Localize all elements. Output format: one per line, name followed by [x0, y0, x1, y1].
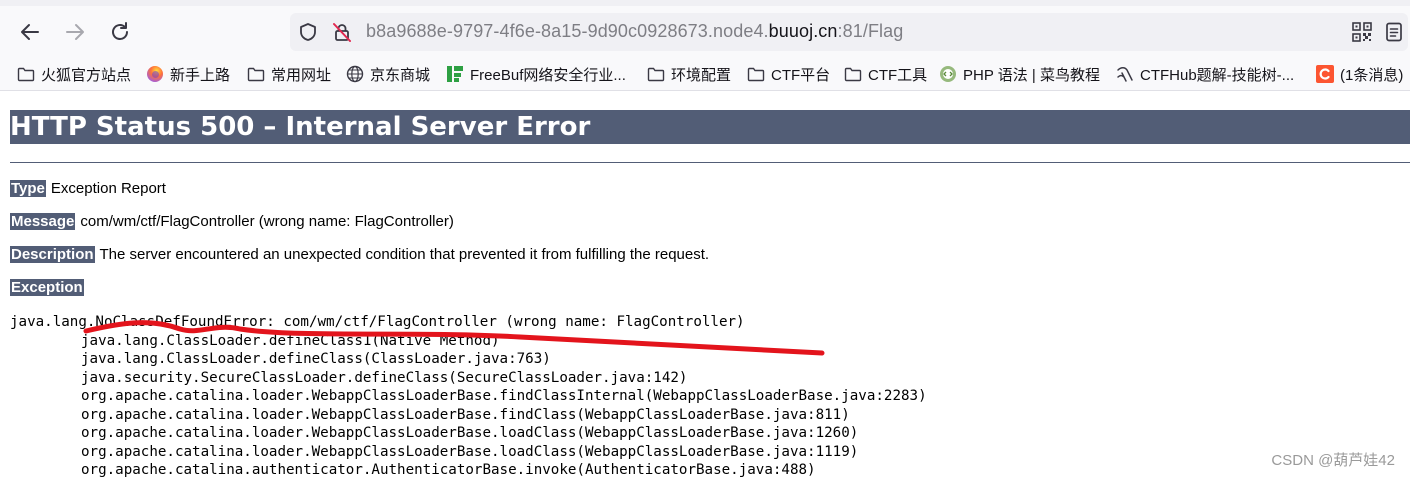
- bookmark-label: (1条消息): [1340, 66, 1404, 84]
- bookmark-item[interactable]: CTFHub题解-技能树-...: [1116, 63, 1294, 85]
- navigation-toolbar: b8a9688e-9797-4f6e-8a15-9d90c0928673.nod…: [0, 6, 1410, 58]
- bookmark-item[interactable]: 火狐官方站点: [17, 63, 131, 85]
- bookmark-item[interactable]: (1条消息): [1316, 63, 1403, 85]
- reload-icon: [112, 22, 128, 40]
- insecure-lock-icon[interactable]: [332, 22, 352, 46]
- back-button[interactable]: [16, 18, 44, 46]
- bookmark-item[interactable]: 京东商城: [346, 63, 430, 85]
- forward-button[interactable]: [61, 18, 89, 46]
- bookmark-label: 京东商城: [370, 66, 431, 84]
- bookmark-item[interactable]: 新手上路: [146, 63, 230, 85]
- ctfhub-icon: [1116, 65, 1134, 83]
- bookmark-item[interactable]: 环境配置: [647, 63, 731, 85]
- address-bar[interactable]: b8a9688e-9797-4f6e-8a15-9d90c0928673.nod…: [290, 13, 1408, 51]
- stack-trace-line: java.lang.NoClassDefFoundError: com/wm/c…: [10, 314, 745, 330]
- message-label: Message: [10, 213, 76, 230]
- globe-icon: [346, 65, 364, 83]
- runoob-icon: [939, 65, 957, 83]
- bookmark-item[interactable]: CTF工具: [844, 63, 927, 85]
- stack-trace-line: java.security.SecureClassLoader.defineCl…: [81, 369, 688, 386]
- bookmark-label: 火狐官方站点: [41, 66, 132, 84]
- page-content: HTTP Status 500 – Internal Server Error …: [0, 91, 1410, 480]
- stack-trace-line: org.apache.catalina.loader.WebappClassLo…: [81, 406, 850, 423]
- type-row: Type Exception Report: [10, 179, 166, 199]
- description-value: The server encountered an unexpected con…: [99, 246, 710, 263]
- bookmark-item[interactable]: 常用网址: [247, 63, 331, 85]
- bookmark-item[interactable]: FreeBuf网络安全行业...: [446, 63, 626, 85]
- folder-icon: [647, 65, 665, 83]
- folder-icon: [844, 65, 862, 83]
- bookmark-label: 环境配置: [671, 66, 732, 84]
- divider: [10, 162, 1410, 163]
- back-arrow-icon: [21, 24, 39, 40]
- stack-trace-line: org.apache.catalina.loader.WebappClassLo…: [81, 388, 927, 404]
- folder-icon: [747, 65, 765, 83]
- description-row: Description The server encountered an une…: [10, 245, 709, 265]
- bookmark-label: CTFHub题解-技能树-...: [1140, 66, 1295, 84]
- bookmarks-toolbar: 火狐官方站点 新手上路 常用网址 京东商城 FreeBuf网络安全行业... 环…: [0, 58, 1410, 91]
- bookmark-label: 新手上路: [170, 66, 231, 84]
- bookmark-label: 常用网址: [271, 66, 332, 84]
- reader-view-icon[interactable]: [1385, 22, 1403, 46]
- stack-trace-line: org.apache.catalina.loader.WebappClassLo…: [81, 443, 859, 460]
- description-label: Description: [10, 246, 95, 263]
- folder-icon: [247, 65, 265, 83]
- shield-icon[interactable]: [298, 22, 318, 46]
- stack-trace-line: java.lang.ClassLoader.defineClass(ClassL…: [81, 351, 551, 367]
- type-label: Type: [10, 180, 46, 197]
- stack-trace-line: java.lang.ClassLoader.defineClass1(Nativ…: [81, 332, 500, 349]
- freebuf-icon: [446, 65, 464, 83]
- forward-arrow-icon: [66, 24, 84, 40]
- csdn-icon: [1316, 65, 1334, 83]
- reload-button[interactable]: [106, 18, 134, 46]
- bookmark-item[interactable]: CTF平台: [747, 63, 830, 85]
- bookmark-item[interactable]: PHP 语法 | 菜鸟教程: [939, 63, 1100, 85]
- bookmark-label: CTF平台: [771, 66, 831, 84]
- qr-code-icon[interactable]: [1352, 22, 1372, 46]
- exception-label: Exception: [10, 279, 84, 296]
- firefox-icon: [146, 65, 164, 83]
- bookmark-label: CTF工具: [868, 66, 928, 84]
- type-value: Exception Report: [50, 180, 166, 197]
- bookmark-label: FreeBuf网络安全行业...: [470, 66, 626, 84]
- exception-row: Exception: [10, 278, 89, 298]
- page-title: HTTP Status 500 – Internal Server Error: [10, 110, 1410, 144]
- folder-icon: [17, 65, 35, 83]
- message-value: com/wm/ctf/FlagController (wrong name: F…: [80, 213, 454, 230]
- message-row: Message com/wm/ctf/FlagController (wrong …: [10, 212, 454, 232]
- bookmark-label: PHP 语法 | 菜鸟教程: [963, 66, 1100, 84]
- stack-trace: java.lang.NoClassDefFoundError: com/wm/c…: [10, 313, 927, 480]
- watermark: CSDN @葫芦娃42: [1271, 452, 1395, 469]
- stack-trace-line: org.apache.catalina.loader.WebappClassLo…: [81, 425, 859, 441]
- url-text[interactable]: b8a9688e-9797-4f6e-8a15-9d90c0928673.nod…: [366, 21, 903, 42]
